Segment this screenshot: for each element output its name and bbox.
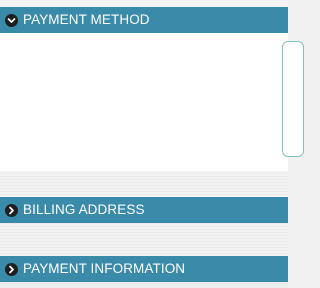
payment-option-card[interactable]: [282, 41, 304, 157]
background-texture: [0, 223, 288, 256]
payment-method-title: PAYMENT METHOD: [23, 12, 150, 27]
chevron-right-icon[interactable]: [5, 203, 18, 217]
billing-address-title: BILLING ADDRESS: [23, 202, 145, 217]
chevron-right-icon[interactable]: [5, 262, 18, 276]
chevron-down-icon[interactable]: [5, 13, 18, 27]
background-texture: [0, 171, 288, 197]
payment-method-header[interactable]: PAYMENT METHOD: [0, 7, 288, 33]
bottom-strip: [0, 282, 288, 288]
payment-method-panel: [0, 33, 304, 171]
payment-information-title: PAYMENT INFORMATION: [23, 261, 186, 276]
top-strip: [0, 0, 288, 7]
billing-address-header[interactable]: BILLING ADDRESS: [0, 197, 288, 223]
payment-information-header[interactable]: PAYMENT INFORMATION: [0, 256, 288, 282]
